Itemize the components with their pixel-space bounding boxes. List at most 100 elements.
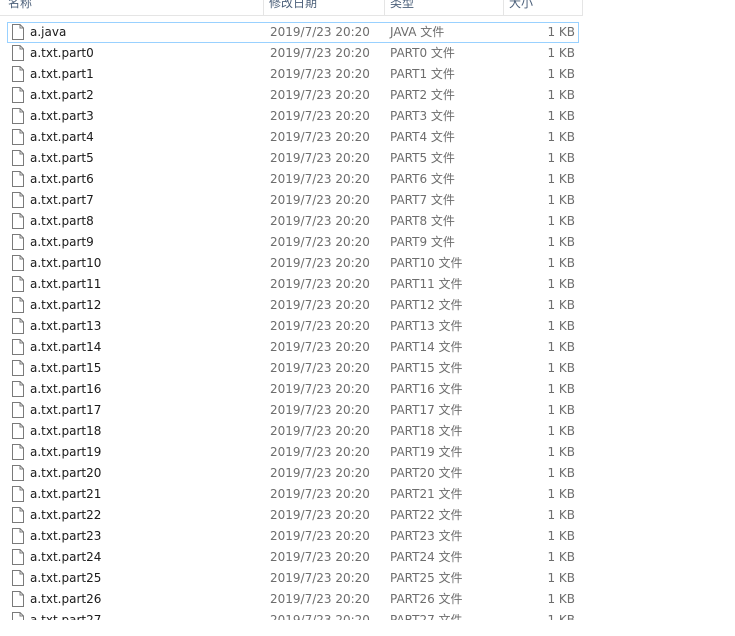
file-row[interactable]: a.txt.part22 2019/7/23 20:20 PART22 文件 1 KB [7,505,579,526]
file-modified-date: 2019/7/23 20:20 [270,67,370,81]
file-row[interactable]: a.txt.part17 2019/7/23 20:20 PART17 文件 1 KB [7,400,579,421]
file-size: 1 KB [547,592,575,606]
file-type: PART26 文件 [390,592,463,606]
file-name: a.txt.part7 [30,193,94,207]
file-name: a.java [30,25,67,39]
file-row[interactable]: a.txt.part26 2019/7/23 20:20 PART26 文件 1 KB [7,589,579,610]
file-size: 1 KB [547,172,575,186]
file-row[interactable]: a.txt.part1 2019/7/23 20:20 PART1 文件 1 KB [7,64,579,85]
file-row[interactable]: a.txt.part21 2019/7/23 20:20 PART21 文件 1 KB [7,484,579,505]
file-row[interactable]: a.txt.part10 2019/7/23 20:20 PART10 文件 1 KB [7,253,579,274]
file-name: a.txt.part22 [30,508,102,522]
file-row[interactable]: a.txt.part23 2019/7/23 20:20 PART23 文件 1 KB [7,526,579,547]
file-row[interactable]: a.txt.part7 2019/7/23 20:20 PART7 文件 1 KB [7,190,579,211]
file-icon [12,486,24,502]
column-header-size[interactable]: 大小 [503,0,583,15]
file-type: PART23 文件 [390,529,463,543]
column-header-type[interactable]: 类型 [384,0,503,15]
file-row[interactable]: a.txt.part3 2019/7/23 20:20 PART3 文件 1 KB [7,106,579,127]
file-size: 1 KB [547,424,575,438]
file-modified-date: 2019/7/23 20:20 [270,403,370,417]
file-row[interactable]: a.txt.part9 2019/7/23 20:20 PART9 文件 1 KB [7,232,579,253]
file-modified-date: 2019/7/23 20:20 [270,256,370,270]
column-header-name[interactable]: 名称 [3,0,263,15]
file-icon [12,234,24,250]
file-name: a.txt.part18 [30,424,102,438]
column-header-date[interactable]: 修改日期 [263,0,384,15]
file-type: PART15 文件 [390,361,463,375]
file-size: 1 KB [547,571,575,585]
file-icon [12,570,24,586]
file-type: PART24 文件 [390,550,463,564]
file-icon [12,444,24,460]
file-icon [12,213,24,229]
file-modified-date: 2019/7/23 20:20 [270,25,370,39]
file-type: PART22 文件 [390,508,463,522]
file-icon [12,255,24,271]
file-icon [12,423,24,439]
file-icon [12,549,24,565]
file-row[interactable]: a.txt.part0 2019/7/23 20:20 PART0 文件 1 KB [7,43,579,64]
file-row[interactable]: a.txt.part24 2019/7/23 20:20 PART24 文件 1 KB [7,547,579,568]
file-size: 1 KB [547,214,575,228]
file-icon [12,192,24,208]
file-name: a.txt.part23 [30,529,102,543]
file-name: a.txt.part9 [30,235,94,249]
file-type: PART17 文件 [390,403,463,417]
file-row[interactable]: a.txt.part5 2019/7/23 20:20 PART5 文件 1 KB [7,148,579,169]
file-modified-date: 2019/7/23 20:20 [270,214,370,228]
file-name: a.txt.part11 [30,277,102,291]
file-size: 1 KB [547,487,575,501]
file-type: PART1 文件 [390,67,455,81]
file-modified-date: 2019/7/23 20:20 [270,340,370,354]
file-row[interactable]: a.txt.part27 2019/7/23 20:20 PART27 文件 1 KB [7,610,579,620]
file-size: 1 KB [547,109,575,123]
file-name: a.txt.part4 [30,130,94,144]
file-row[interactable]: a.txt.part19 2019/7/23 20:20 PART19 文件 1 KB [7,442,579,463]
file-size: 1 KB [547,508,575,522]
file-icon [12,339,24,355]
file-icon [12,402,24,418]
file-row[interactable]: a.txt.part13 2019/7/23 20:20 PART13 文件 1 KB [7,316,579,337]
file-name: a.txt.part5 [30,151,94,165]
file-row[interactable]: a.txt.part20 2019/7/23 20:20 PART20 文件 1 KB [7,463,579,484]
file-row[interactable]: a.txt.part14 2019/7/23 20:20 PART14 文件 1 KB [7,337,579,358]
file-size: 1 KB [547,466,575,480]
file-row[interactable]: a.txt.part16 2019/7/23 20:20 PART16 文件 1 KB [7,379,579,400]
file-type: PART14 文件 [390,340,463,354]
file-modified-date: 2019/7/23 20:20 [270,487,370,501]
file-name: a.txt.part1 [30,67,94,81]
file-row[interactable]: a.java 2019/7/23 20:20 JAVA 文件 1 KB [7,22,579,43]
file-name: a.txt.part16 [30,382,102,396]
file-modified-date: 2019/7/23 20:20 [270,193,370,207]
file-row[interactable]: a.txt.part6 2019/7/23 20:20 PART6 文件 1 KB [7,169,579,190]
file-row[interactable]: a.txt.part25 2019/7/23 20:20 PART25 文件 1 KB [7,568,579,589]
file-row[interactable]: a.txt.part15 2019/7/23 20:20 PART15 文件 1 KB [7,358,579,379]
file-icon [12,276,24,292]
file-size: 1 KB [547,361,575,375]
file-type: PART5 文件 [390,151,455,165]
file-name: a.txt.part12 [30,298,102,312]
file-type: PART16 文件 [390,382,463,396]
file-icon [12,318,24,334]
file-size: 1 KB [547,277,575,291]
file-name: a.txt.part21 [30,487,102,501]
file-name: a.txt.part10 [30,256,102,270]
file-modified-date: 2019/7/23 20:20 [270,298,370,312]
file-row[interactable]: a.txt.part4 2019/7/23 20:20 PART4 文件 1 KB [7,127,579,148]
file-row[interactable]: a.txt.part2 2019/7/23 20:20 PART2 文件 1 KB [7,85,579,106]
file-type: PART12 文件 [390,298,463,312]
file-type: PART18 文件 [390,424,463,438]
file-row[interactable]: a.txt.part12 2019/7/23 20:20 PART12 文件 1 KB [7,295,579,316]
file-row[interactable]: a.txt.part8 2019/7/23 20:20 PART8 文件 1 KB [7,211,579,232]
file-modified-date: 2019/7/23 20:20 [270,46,370,60]
file-icon [12,297,24,313]
file-type: PART27 文件 [390,613,463,620]
file-modified-date: 2019/7/23 20:20 [270,424,370,438]
file-row[interactable]: a.txt.part11 2019/7/23 20:20 PART11 文件 1 KB [7,274,579,295]
file-name: a.txt.part24 [30,550,102,564]
file-size: 1 KB [547,235,575,249]
file-row[interactable]: a.txt.part18 2019/7/23 20:20 PART18 文件 1 KB [7,421,579,442]
file-icon [12,150,24,166]
file-icon [12,381,24,397]
